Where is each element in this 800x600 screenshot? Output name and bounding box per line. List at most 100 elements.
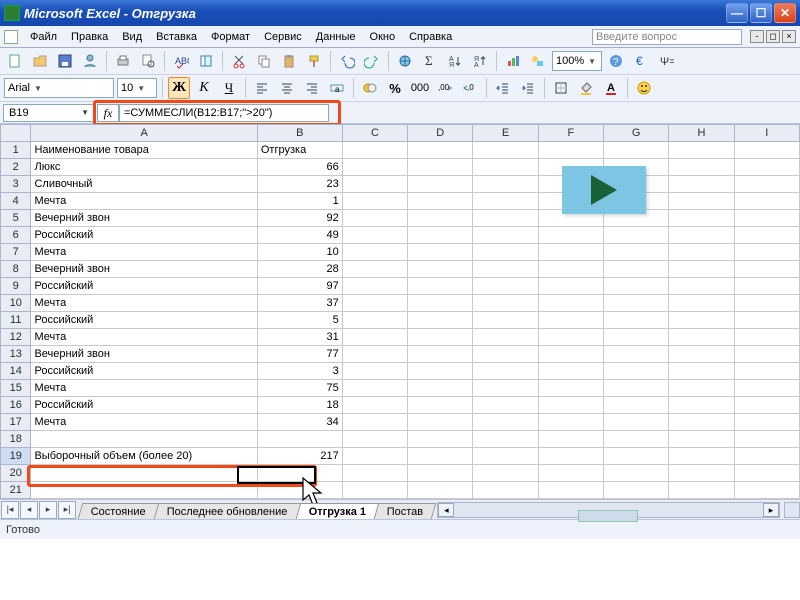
cell[interactable]: 34 — [257, 414, 342, 431]
cell[interactable] — [669, 448, 734, 465]
permissions-button[interactable] — [79, 50, 101, 72]
sheet-tab[interactable]: Постав — [374, 503, 437, 519]
menu-view[interactable]: Вид — [116, 29, 148, 45]
col-header-D[interactable]: D — [408, 125, 473, 142]
cell[interactable]: Мечта — [31, 414, 257, 431]
cell[interactable] — [408, 414, 473, 431]
cell[interactable] — [538, 261, 603, 278]
column-headers[interactable]: A B C D E F G H I — [1, 125, 800, 142]
cell[interactable] — [538, 465, 603, 482]
cell[interactable] — [473, 312, 538, 329]
paste-button[interactable] — [278, 50, 300, 72]
cell[interactable] — [604, 448, 669, 465]
table-row[interactable]: 3Сливочный23 — [1, 176, 800, 193]
cell[interactable] — [538, 363, 603, 380]
sheet-tabs[interactable]: СостояниеПоследнее обновлениеОтгрузка 1П… — [80, 500, 433, 519]
redo-button[interactable] — [361, 50, 383, 72]
cell[interactable] — [734, 176, 799, 193]
cell[interactable] — [538, 380, 603, 397]
cell[interactable] — [473, 363, 538, 380]
col-header-B[interactable]: B — [257, 125, 342, 142]
cell[interactable] — [669, 278, 734, 295]
cell[interactable]: 92 — [257, 210, 342, 227]
cell[interactable] — [604, 380, 669, 397]
cell[interactable] — [669, 159, 734, 176]
cell[interactable] — [473, 414, 538, 431]
cell[interactable] — [669, 363, 734, 380]
copy-button[interactable] — [253, 50, 275, 72]
row-header[interactable]: 8 — [1, 261, 31, 278]
drawing-button[interactable] — [527, 50, 549, 72]
row-header[interactable]: 6 — [1, 227, 31, 244]
help-button[interactable]: ? — [605, 50, 627, 72]
cell[interactable] — [408, 142, 473, 159]
cell[interactable] — [734, 142, 799, 159]
cell[interactable] — [604, 431, 669, 448]
table-row[interactable]: 1Наименование товараОтгрузка — [1, 142, 800, 159]
cell[interactable] — [734, 482, 799, 499]
cell[interactable] — [473, 142, 538, 159]
cell[interactable]: Отгрузка — [257, 142, 342, 159]
table-row[interactable]: 21 — [1, 482, 800, 499]
row-header[interactable]: 11 — [1, 312, 31, 329]
cell[interactable] — [408, 346, 473, 363]
cell[interactable] — [669, 295, 734, 312]
cell[interactable]: 217 — [257, 448, 342, 465]
row-header[interactable]: 4 — [1, 193, 31, 210]
table-row[interactable]: 2Люкс66 — [1, 159, 800, 176]
cell[interactable]: 77 — [257, 346, 342, 363]
cell[interactable]: Мечта — [31, 329, 257, 346]
zoom-combo[interactable]: 100%▼ — [552, 51, 602, 71]
cell[interactable]: 49 — [257, 227, 342, 244]
cell[interactable] — [538, 482, 603, 499]
font-color-button[interactable]: A — [600, 77, 622, 99]
ask-question-box[interactable]: Введите вопрос — [592, 29, 742, 45]
cell[interactable] — [734, 244, 799, 261]
cell[interactable] — [473, 244, 538, 261]
cell[interactable] — [669, 244, 734, 261]
cell[interactable] — [538, 414, 603, 431]
col-header-F[interactable]: F — [538, 125, 603, 142]
cell[interactable] — [473, 465, 538, 482]
table-row[interactable]: 6Российский49 — [1, 227, 800, 244]
cell[interactable] — [473, 295, 538, 312]
cell[interactable] — [473, 193, 538, 210]
cell[interactable] — [342, 482, 407, 499]
cell[interactable] — [669, 482, 734, 499]
menu-edit[interactable]: Правка — [65, 29, 114, 45]
cell[interactable] — [538, 431, 603, 448]
name-box[interactable]: B19▼ — [3, 104, 95, 122]
table-row[interactable]: 18 — [1, 431, 800, 448]
cell[interactable] — [604, 346, 669, 363]
col-header-I[interactable]: I — [734, 125, 799, 142]
table-row[interactable]: 16Российский18 — [1, 397, 800, 414]
mdi-minimize-button[interactable]: - — [750, 30, 764, 43]
cell[interactable]: 75 — [257, 380, 342, 397]
comma-style-button[interactable]: 000 — [409, 77, 431, 99]
tab-nav-next[interactable]: ▸ — [39, 501, 57, 519]
cell[interactable] — [734, 397, 799, 414]
cell[interactable] — [408, 482, 473, 499]
cell[interactable] — [408, 227, 473, 244]
euro-button[interactable]: € — [630, 50, 652, 72]
maximize-button[interactable]: ☐ — [750, 3, 772, 23]
cell[interactable] — [734, 465, 799, 482]
cell[interactable] — [538, 278, 603, 295]
sort-desc-button[interactable]: ЯA — [469, 50, 491, 72]
cell[interactable] — [669, 312, 734, 329]
col-header-A[interactable]: A — [31, 125, 257, 142]
cell[interactable] — [604, 227, 669, 244]
cell[interactable]: 1 — [257, 193, 342, 210]
cell[interactable] — [408, 261, 473, 278]
cell[interactable] — [342, 159, 407, 176]
cell[interactable] — [734, 210, 799, 227]
cell[interactable] — [342, 346, 407, 363]
cell[interactable]: 28 — [257, 261, 342, 278]
table-row[interactable]: 10Мечта37 — [1, 295, 800, 312]
cell[interactable] — [669, 142, 734, 159]
col-header-H[interactable]: H — [669, 125, 734, 142]
new-button[interactable] — [4, 50, 26, 72]
table-row[interactable]: 20 — [1, 465, 800, 482]
cell[interactable] — [734, 448, 799, 465]
cell[interactable]: Вечерний звон — [31, 210, 257, 227]
